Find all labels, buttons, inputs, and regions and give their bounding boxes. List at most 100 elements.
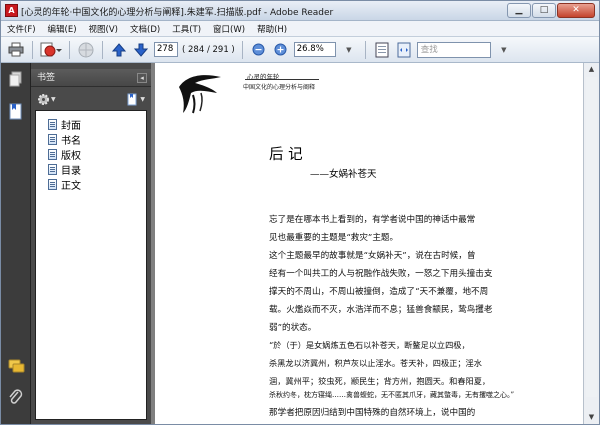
title-bar[interactable]: A [心灵的年轮·中国文化的心理分析与阐释].朱建军.扫描版.pdf - Ado… (1, 1, 599, 21)
maximize-button[interactable]: □ (532, 3, 556, 18)
bookmark-tree: 封面 书名 版权 目录 正文 (35, 110, 147, 420)
panel-header: 书签 ◂ (31, 69, 151, 87)
arrow-down-icon (134, 43, 148, 57)
body-line: 忘了是在哪本书上看到的，有学者说中国的神话中最常 (269, 215, 476, 225)
reader-window: A [心灵的年轮·中国文化的心理分析与阐释].朱建军.扫描版.pdf - Ado… (0, 0, 600, 425)
bookmarks-panel: 书签 ◂ ▼ ▼ 封面 书名 版权 目录 正文 (31, 63, 151, 424)
chevron-down-icon: ▼ (346, 45, 352, 54)
fit-width-button[interactable] (395, 40, 413, 60)
bookmark-label: 版权 (61, 150, 81, 162)
menu-file[interactable]: 文件(F) (7, 23, 36, 35)
fit-page-icon (375, 42, 389, 57)
next-page-button[interactable] (132, 43, 150, 57)
page-count: ( 284 / 291 ) (182, 44, 235, 55)
ink-brush-logo (179, 75, 221, 114)
minimize-button[interactable]: ▁ (507, 3, 531, 18)
bookmark-page-icon (48, 133, 57, 145)
comment-icon (8, 359, 25, 373)
find-input[interactable]: 查找 (416, 41, 491, 58)
pdf-icon: A (5, 4, 18, 17)
maximize-icon: □ (539, 5, 549, 15)
bookmarks-panel-button[interactable] (8, 103, 24, 120)
chapter-title: 后 记 (269, 147, 303, 163)
bookmark-label: 封面 (61, 120, 81, 132)
options-button[interactable]: ▼ (37, 93, 56, 106)
globe-icon (78, 42, 94, 57)
arrow-up-icon (112, 42, 126, 56)
bookmark-item[interactable]: 版权 (48, 147, 81, 162)
page-number-input[interactable]: 278 (154, 42, 178, 57)
window-title: [心灵的年轮·中国文化的心理分析与阐释].朱建军.扫描版.pdf - Adobe… (21, 8, 334, 18)
bookmark-icon (9, 103, 22, 120)
bookmark-page-icon (48, 118, 57, 130)
share-button[interactable] (40, 40, 62, 60)
bookmark-item[interactable]: 封面 (48, 117, 81, 132)
pages-icon (9, 71, 22, 87)
paperclip-icon (9, 389, 23, 404)
scroll-down-button[interactable]: ▼ (585, 411, 598, 424)
scroll-up-button[interactable]: ▲ (585, 63, 598, 76)
menu-view[interactable]: 视图(V) (89, 23, 118, 35)
zoom-out-icon (252, 43, 265, 56)
bookmark-item[interactable]: 目录 (48, 162, 81, 177)
gear-icon (38, 93, 49, 105)
chevron-up-icon: ▲ (588, 65, 595, 73)
toolbar: 278 ( 284 / 291 ) 26.8% ▼ 查找 ▼ (1, 37, 599, 63)
chapter-subtitle: ——女娲补苍天 (310, 169, 377, 180)
find-dropdown-button[interactable]: ▼ (495, 40, 513, 60)
comments-panel-button[interactable] (8, 359, 25, 375)
panel-title: 书签 (37, 73, 56, 83)
bookmark-label: 书名 (61, 135, 81, 147)
body-line: 经有一个叫共工的人与祝融作战失败，一怒之下用头撞击支 (269, 269, 493, 279)
quote-line: 杀秋约冬，枕方寝绳……禽兽蝮蛇，无不匿其爪牙，藏其螫毒，无有攫噬之心。” (269, 391, 515, 399)
print-button[interactable] (7, 40, 25, 60)
menu-help[interactable]: 帮助(H) (257, 23, 287, 35)
zoom-level-input[interactable]: 26.8% (293, 42, 336, 57)
quote-line: “於（于）是女娲炼五色石以补苍天，断鳌足以立四极， (269, 340, 470, 350)
expand-bookmark-button[interactable]: ▼ (126, 93, 145, 106)
toolbar-separator (69, 40, 70, 59)
body-line: 撑天的不周山，不周山被撞倒，造成了“天不兼覆，地不周 (269, 287, 489, 297)
chevron-down-icon: ▼ (140, 95, 145, 103)
zoom-dropdown-button[interactable]: ▼ (340, 40, 358, 60)
menu-bar: 文件(F) 编辑(E) 视图(V) 文档(D) 工具(T) 窗口(W) 帮助(H… (1, 21, 599, 37)
menu-edit[interactable]: 编辑(E) (48, 23, 77, 35)
chevron-down-icon: ▼ (501, 45, 507, 54)
zoom-in-icon (274, 43, 287, 56)
toolbar-separator (32, 40, 33, 59)
document-viewer: 心灵的年轮 中国文化的心理分析与阐释 后 记 ——女娲补苍天 忘了是在哪本书上看… (151, 63, 599, 424)
bookmark-item[interactable]: 书名 (48, 132, 81, 147)
panel-close-button[interactable]: ◂ (137, 73, 147, 83)
close-button[interactable]: ✕ (557, 3, 595, 18)
vertical-scrollbar[interactable]: ▲ ▼ (583, 63, 599, 424)
menu-window[interactable]: 窗口(W) (213, 23, 245, 35)
chevron-down-icon: ▼ (51, 95, 56, 103)
close-icon: ◂ (140, 74, 144, 82)
quote-line: 杀黑龙以济冀州，积芦灰以止淫水。苍天补，四极正；淫水 (269, 358, 482, 368)
zoom-out-button[interactable] (250, 40, 268, 60)
bookmark-page-icon (48, 148, 57, 160)
bookmark-label: 目录 (61, 165, 81, 177)
share-icon (40, 42, 62, 56)
chevron-down-icon: ▼ (588, 413, 595, 421)
attachments-panel-button[interactable] (8, 389, 24, 405)
menu-document[interactable]: 文档(D) (130, 23, 160, 35)
collaborate-button[interactable] (77, 40, 95, 60)
previous-page-button[interactable] (110, 42, 128, 57)
body-line: 载。火爁焱而不灭，水浩洋而不息；猛兽食颛民，鸷鸟攫老 (269, 305, 493, 315)
fit-page-button[interactable] (373, 40, 391, 60)
body-line: 弱”的状态。 (269, 323, 317, 333)
body-line: 见也最重要的主题是“救灾”主题。 (269, 233, 399, 243)
scrollbar-track[interactable] (586, 77, 597, 397)
menu-tools[interactable]: 工具(T) (172, 23, 201, 35)
bookmark-page-icon (48, 178, 57, 190)
quote-line: 涸，冀州平；狡虫死，颛民生；背方州，抱圆天。和春阳夏， (269, 376, 491, 386)
bookmark-page-icon (48, 163, 57, 175)
toolbar-separator (241, 40, 243, 59)
toolbar-separator (102, 40, 103, 59)
page-header-subtitle: 中国文化的心理分析与阐释 (243, 84, 316, 91)
bookmark-item[interactable]: 正文 (48, 177, 81, 192)
bookmark-expand-icon (127, 93, 137, 105)
zoom-in-button[interactable] (272, 40, 290, 60)
pages-panel-button[interactable] (8, 71, 24, 87)
